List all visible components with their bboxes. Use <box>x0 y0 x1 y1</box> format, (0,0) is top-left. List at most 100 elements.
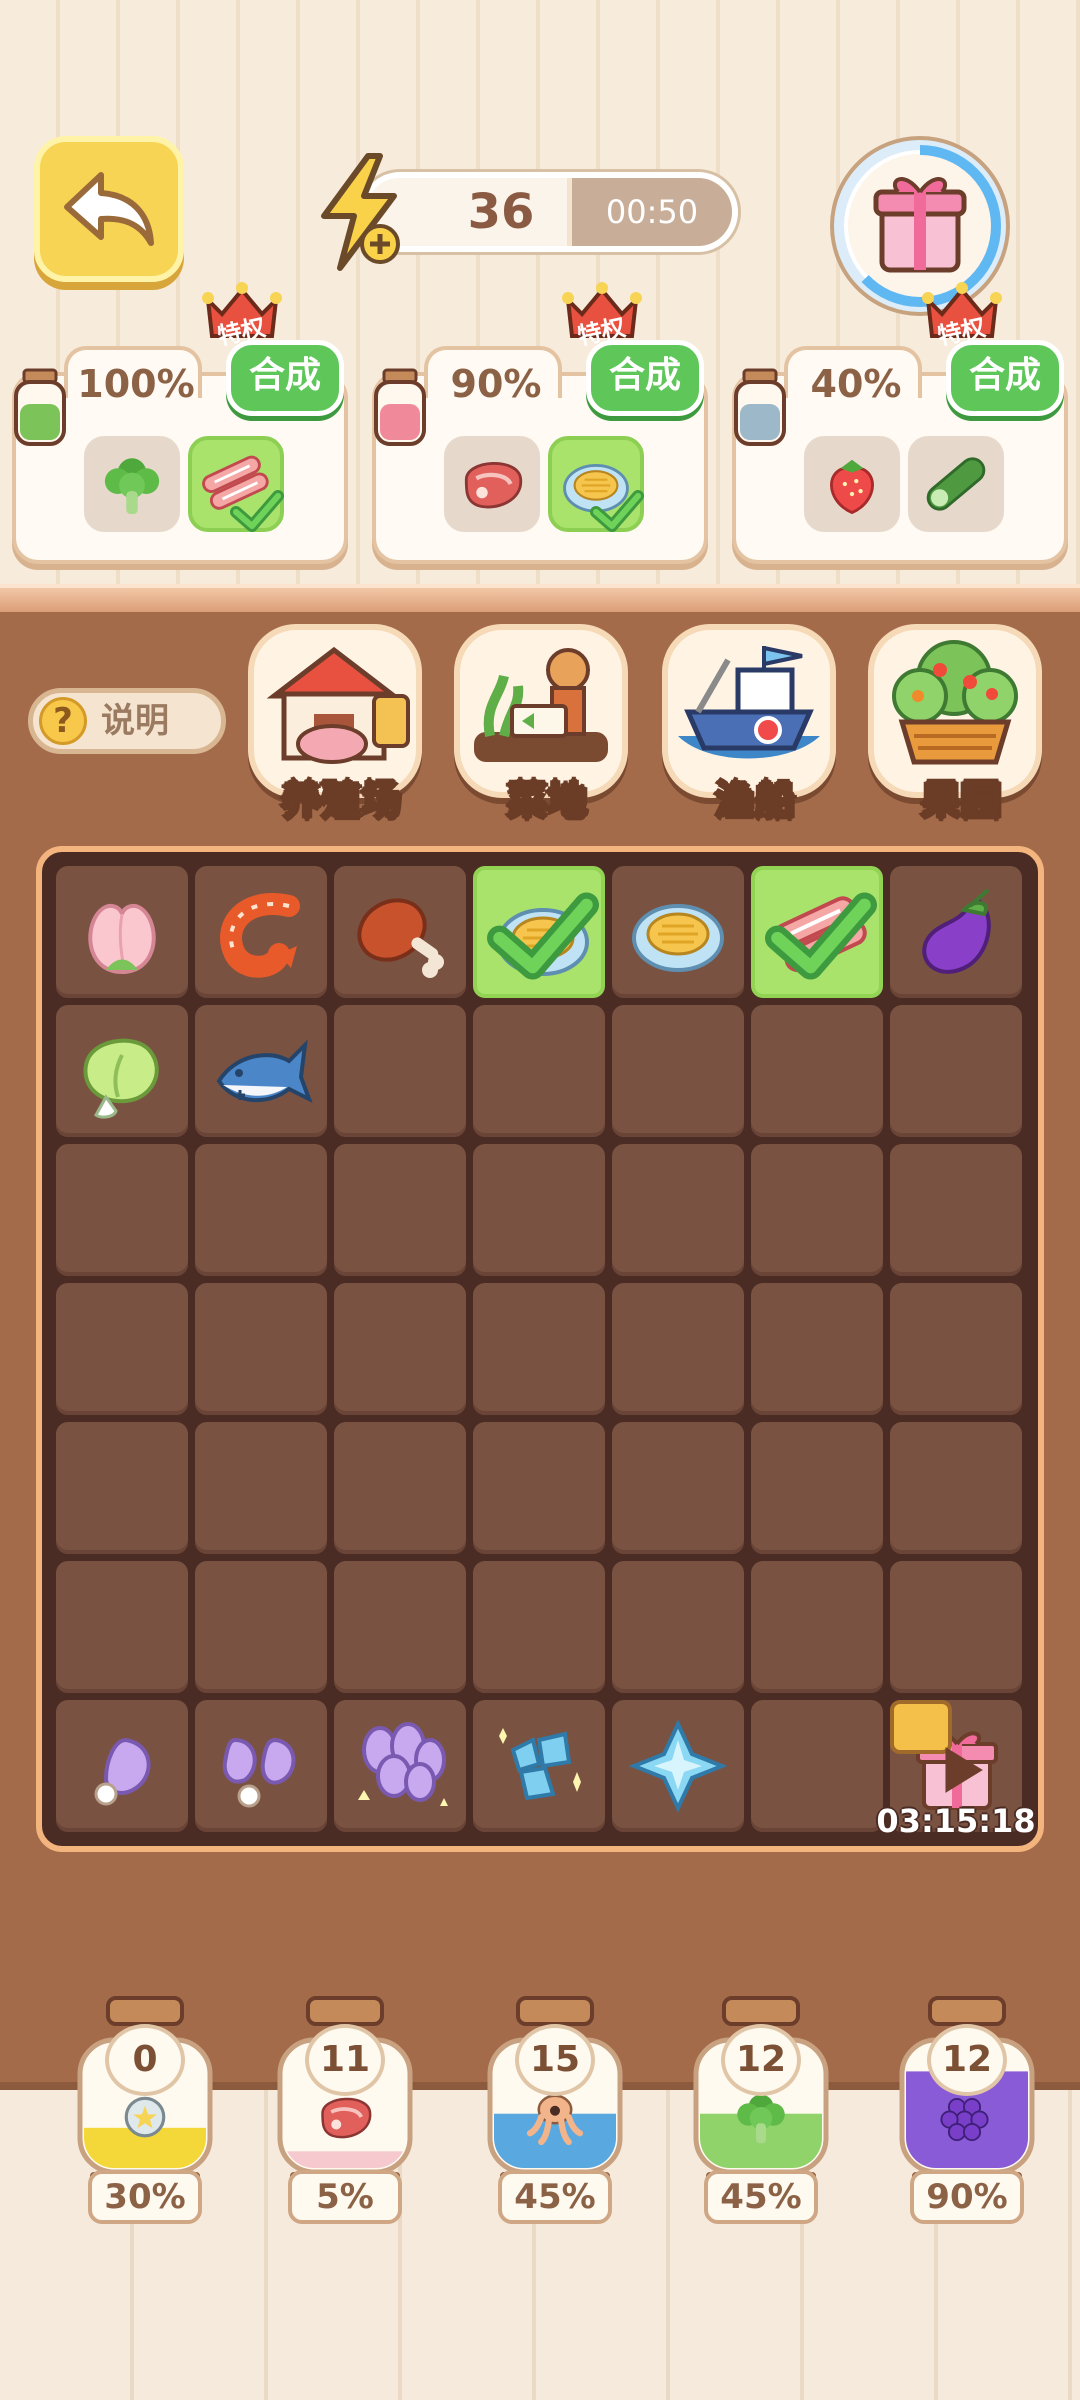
category-label: 菜地 <box>506 777 588 825</box>
shell-icon <box>632 904 724 972</box>
jar-count: 12 <box>927 2024 1007 2096</box>
board-cell-empty[interactable] <box>473 1561 605 1693</box>
board-cell-drumstick[interactable] <box>334 866 466 998</box>
ingredient-jar[interactable]: 15 45% <box>480 1996 630 2236</box>
board-cell-empty[interactable] <box>334 1422 466 1554</box>
board-cell-empty[interactable] <box>195 1283 327 1415</box>
board-cell-gift-box[interactable]: 03:15:18 <box>876 1700 1036 1840</box>
board-cell-fish[interactable] <box>195 1005 327 1137</box>
board-cell-shell[interactable] <box>473 866 605 998</box>
category-vegetable-field[interactable]: 菜地 <box>454 624 628 825</box>
board-cell-empty[interactable] <box>334 1283 466 1415</box>
eggplant-icon <box>922 888 991 974</box>
back-button[interactable] <box>34 136 184 282</box>
board-cell-shrimp[interactable] <box>195 866 327 998</box>
cucumber-icon <box>926 457 986 511</box>
jar-percent: 90% <box>910 2170 1024 2224</box>
board-cell-empty[interactable] <box>334 1561 466 1693</box>
board-cell-empty[interactable] <box>334 1005 466 1137</box>
board-cell-empty[interactable] <box>612 1561 744 1693</box>
recipe-progress: 100% <box>77 362 195 406</box>
board-cell-cabbage[interactable] <box>56 1005 188 1137</box>
board-cell-empty[interactable] <box>751 1005 883 1137</box>
jar-percent: 5% <box>288 2170 402 2224</box>
drumstick-icon <box>357 898 444 978</box>
energy-timer: 00:50 <box>572 178 732 246</box>
ingredient-jar[interactable]: 11 5% <box>270 1996 420 2236</box>
jar-count: 11 <box>305 2024 385 2096</box>
energy-bar: 36 00:50 <box>360 172 738 252</box>
board-cell-peach[interactable] <box>56 866 188 998</box>
board-cell-empty[interactable] <box>890 1005 1022 1137</box>
crystal-cluster-icon <box>499 1728 581 1801</box>
steak-icon <box>464 462 523 509</box>
ingredient-jar[interactable]: 12 90% <box>892 1996 1042 2236</box>
combine-button[interactable]: 合成 <box>946 340 1064 416</box>
jar-fill <box>284 2151 406 2168</box>
combine-button[interactable]: 合成 <box>226 340 344 416</box>
energy-bolt-icon[interactable] <box>310 152 410 272</box>
shrimp-icon <box>220 893 300 978</box>
recipe-ingredient[interactable] <box>908 436 1004 532</box>
recipe-ingredient[interactable] <box>444 436 540 532</box>
board-cell-empty[interactable] <box>56 1561 188 1693</box>
board-cell-empty[interactable] <box>473 1144 605 1276</box>
board-cell-empty[interactable] <box>612 1144 744 1276</box>
board-cell-empty[interactable] <box>890 1283 1022 1415</box>
recipe-ingredient[interactable] <box>188 436 284 532</box>
jar-percent: 45% <box>498 2170 612 2224</box>
board-cell-empty[interactable] <box>612 1005 744 1137</box>
recipe-jar-icon <box>14 368 66 446</box>
board-cell-empty[interactable] <box>473 1005 605 1137</box>
board-cell-eggplant[interactable] <box>890 866 1022 998</box>
category-farm[interactable]: 养殖场 <box>248 624 422 825</box>
board-cell-empty[interactable] <box>473 1283 605 1415</box>
category-orchard[interactable]: 果园 <box>868 624 1042 825</box>
board-cell-empty[interactable] <box>195 1561 327 1693</box>
board-cell-empty[interactable] <box>612 1283 744 1415</box>
board-cell-purple-seeds[interactable] <box>195 1700 327 1832</box>
purple-seed-bundle-icon <box>358 1722 448 1806</box>
board-cell-crystal[interactable] <box>612 1700 744 1832</box>
board-cell-empty[interactable] <box>751 1144 883 1276</box>
board-cell-empty[interactable] <box>473 1422 605 1554</box>
ingredient-jar[interactable]: 12 45% <box>686 1996 836 2236</box>
board-cell-purple-seed-bundle[interactable] <box>334 1700 466 1832</box>
board-cell-crystal-cluster[interactable] <box>473 1700 605 1832</box>
board-cell-empty[interactable] <box>56 1283 188 1415</box>
recipe-ingredient[interactable] <box>84 436 180 532</box>
recipe-card: 100% 合成 特权 <box>12 282 348 564</box>
recipe-ingredient[interactable] <box>804 436 900 532</box>
board-cell-empty[interactable] <box>334 1144 466 1276</box>
board-cell-empty[interactable] <box>751 1561 883 1693</box>
ingredient-jar[interactable]: 0 30% <box>70 1996 220 2236</box>
jar-percent: 45% <box>704 2170 818 2224</box>
board-cell-empty[interactable] <box>890 1561 1022 1693</box>
combine-button[interactable]: 合成 <box>586 340 704 416</box>
broccoli-icon <box>104 458 160 514</box>
board-cell-empty[interactable] <box>195 1144 327 1276</box>
board-cell-empty[interactable] <box>612 1422 744 1554</box>
board-cell-empty[interactable] <box>751 1422 883 1554</box>
merge-board: 03:15:18 <box>36 846 1044 1852</box>
crystal-icon <box>628 1719 728 1813</box>
jar-count: 15 <box>515 2024 595 2096</box>
board-cell-empty[interactable] <box>56 1144 188 1276</box>
category-fishing-boat[interactable]: 渔船 <box>662 624 836 825</box>
board-cell-empty[interactable] <box>751 1283 883 1415</box>
check-icon <box>230 490 284 532</box>
recipe-ingredient[interactable] <box>548 436 644 532</box>
video-ad-icon[interactable] <box>890 1700 983 1793</box>
board-cell-meat-roll[interactable] <box>751 866 883 998</box>
fish-icon <box>216 1039 313 1104</box>
board-cell-empty[interactable] <box>56 1422 188 1554</box>
board-cell-shell[interactable] <box>612 866 744 998</box>
orchard-basket-icon <box>892 640 1018 765</box>
fishing-boat-icon <box>678 646 820 759</box>
board-cell-empty[interactable] <box>890 1144 1022 1276</box>
recipe-jar-icon <box>734 368 786 446</box>
board-cell-empty[interactable] <box>890 1422 1022 1554</box>
help-button[interactable]: ? 说明 <box>28 688 226 754</box>
board-cell-purple-seed[interactable] <box>56 1700 188 1832</box>
board-cell-empty[interactable] <box>195 1422 327 1554</box>
